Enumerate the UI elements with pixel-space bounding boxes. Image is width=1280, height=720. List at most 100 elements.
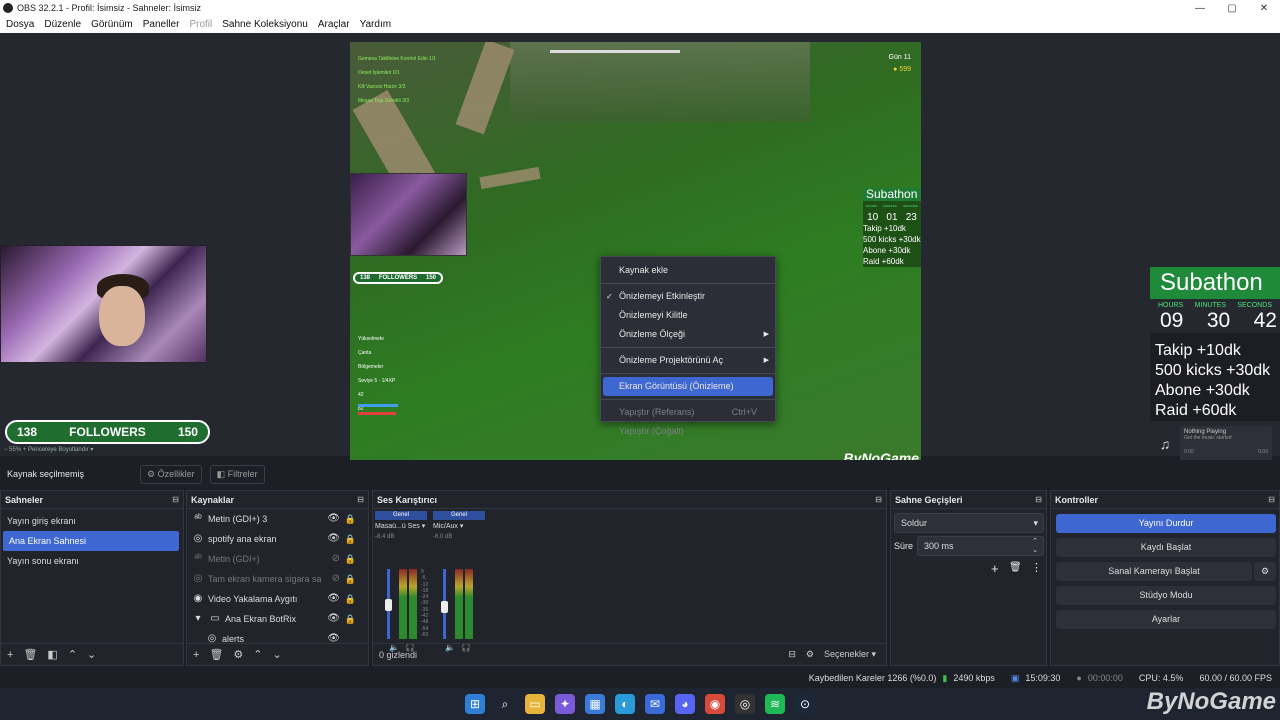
dock-icon[interactable]: ⊟: [357, 491, 364, 509]
menu-paste-duplicate[interactable]: Yapıştır (Çoğalt): [601, 422, 775, 441]
lock-icon[interactable]: 🔒: [345, 589, 356, 609]
move-up-icon[interactable]: ⌃: [253, 648, 262, 661]
eye-hidden-icon[interactable]: ⊘: [332, 549, 340, 569]
dock-icon[interactable]: ⊟: [875, 491, 882, 509]
trash-icon[interactable]: 🗑: [209, 648, 223, 661]
properties-button[interactable]: ⚙ Özellikler: [140, 464, 202, 484]
stop-streaming-button[interactable]: Yayını Durdur: [1056, 514, 1276, 533]
eye-icon[interactable]: 👁: [327, 529, 340, 549]
obs-icon[interactable]: ◎: [735, 694, 755, 714]
hidden-count: 0 gizlendi: [379, 649, 418, 660]
menu-enable-preview[interactable]: ✓ Önizlemeyi Etkinleştir: [601, 287, 775, 306]
subathon-title: Subathon: [1150, 267, 1280, 299]
lock-icon[interactable]: 🔒: [345, 549, 356, 569]
menu-help[interactable]: Yardım: [360, 19, 392, 30]
move-down-icon[interactable]: ⌄: [273, 648, 282, 661]
layout-icon[interactable]: ⊟: [788, 649, 796, 660]
eye-icon[interactable]: 👁: [327, 609, 340, 629]
menu-lock-preview[interactable]: Önizlemeyi Kilitle: [601, 306, 775, 325]
eye-icon[interactable]: 👁: [327, 509, 340, 529]
search-icon[interactable]: ⌕: [495, 694, 515, 714]
source-item[interactable]: ᵃᵇ Metin (GDI+) ⊘ 🔒: [187, 549, 368, 569]
filters-button[interactable]: ◧ Filtreler: [209, 464, 265, 484]
menu-open-projector[interactable]: Önizleme Projektörünü Aç ▶: [601, 351, 775, 370]
windows-start-icon[interactable]: ⊞: [465, 694, 485, 714]
source-item[interactable]: ◎ Tam ekran kamera sigara sa ⊘ 🔒: [187, 569, 368, 589]
lock-icon[interactable]: 🔒: [345, 609, 356, 629]
audio-mixer-panel: Ses Karıştırıcı ⊟ Genel Masaü...ü Ses ▾ -…: [372, 490, 887, 666]
dock-icon[interactable]: ⊟: [1268, 491, 1275, 509]
gear-icon[interactable]: ⚙: [806, 649, 814, 660]
gear-icon[interactable]: ⚙: [233, 648, 243, 661]
menu-view[interactable]: Görünüm: [91, 19, 133, 30]
lock-icon[interactable]: 🔒: [345, 509, 356, 529]
volume-meter: [409, 569, 417, 639]
steam-icon[interactable]: ⊙: [795, 694, 815, 714]
eye-icon[interactable]: 👁: [327, 589, 340, 609]
dock-icon[interactable]: ⊟: [172, 491, 179, 509]
trash-icon[interactable]: 🗑: [1009, 562, 1022, 573]
maximize-icon[interactable]: ▢: [1216, 0, 1248, 16]
stream-time: 15:09:30: [1025, 673, 1061, 683]
scene-item[interactable]: Yayın giriş ekranı: [1, 511, 183, 531]
fader-knob[interactable]: [385, 599, 392, 611]
menu-add-source[interactable]: Kaynak ekle: [601, 261, 775, 280]
start-recording-button[interactable]: Kaydı Başlat: [1056, 538, 1276, 557]
settings-button[interactable]: Ayarlar: [1056, 610, 1276, 629]
mixer-options-button[interactable]: Seçenekler ▾: [824, 649, 876, 660]
day-counter: Gün 11 ● 599: [889, 52, 911, 76]
duration-field[interactable]: 300 ms ⌃ ⌄: [917, 536, 1044, 556]
trash-icon[interactable]: 🗑: [23, 648, 37, 661]
bynogame-logo: ByNoGame: [1146, 688, 1276, 715]
discord-icon[interactable]: ◕: [675, 694, 695, 714]
filter-icon[interactable]: ◧: [47, 648, 57, 661]
store-icon[interactable]: ▦: [585, 694, 605, 714]
menu-file[interactable]: Dosya: [6, 19, 34, 30]
fps: 60.00 / 60.00 FPS: [1199, 673, 1272, 683]
followers-bar: 138 FOLLOWERS 150: [5, 420, 210, 444]
edge-icon[interactable]: ◐: [615, 694, 635, 714]
move-up-icon[interactable]: ⌃: [68, 648, 77, 661]
source-item[interactable]: ◎ spotify ana ekran 👁 🔒: [187, 529, 368, 549]
menu-paste-reference[interactable]: Yapıştır (Referans) Ctrl+V: [601, 403, 775, 422]
transition-select[interactable]: Soldur ▾: [894, 513, 1044, 533]
file-explorer-icon[interactable]: ▭: [525, 694, 545, 714]
fader-knob[interactable]: [441, 601, 448, 613]
gold-counter: ● 599: [893, 66, 911, 73]
scene-item-active[interactable]: Ana Ekran Sahnesi: [3, 531, 179, 551]
source-item[interactable]: ◉ Video Yakalama Aygıtı 👁 🔒: [187, 589, 368, 609]
spotify-icon[interactable]: ≋: [765, 694, 785, 714]
menu-profile[interactable]: Profil: [189, 19, 212, 30]
scene-item[interactable]: Yayın sonu ekranı: [1, 551, 183, 571]
source-group[interactable]: ▾ ▭ Ana Ekran BotRix 👁 🔒: [187, 609, 368, 629]
add-icon[interactable]: +: [7, 649, 13, 661]
minimize-icon[interactable]: —: [1184, 0, 1216, 16]
dock-icon[interactable]: ⊟: [1035, 491, 1042, 509]
dropped-frames: Kaybedilen Kareler 1266 (%0.0): [808, 673, 937, 683]
menu-edit[interactable]: Düzenle: [44, 19, 81, 30]
start-virtual-camera-button[interactable]: Sanal Kamerayı Başlat: [1056, 562, 1252, 581]
menu-docks[interactable]: Paneller: [143, 19, 180, 30]
add-icon[interactable]: +: [991, 561, 999, 576]
lock-icon[interactable]: 🔒: [345, 529, 356, 549]
menu-screenshot[interactable]: Ekran Görüntüsü (Önizleme): [603, 377, 773, 396]
menu-preview-scale[interactable]: Önizleme Ölçeği ▶: [601, 325, 775, 344]
source-item[interactable]: ᵃᵇ Metin (GDI+) 3 👁 🔒: [187, 509, 368, 529]
submenu-arrow-icon: ▶: [763, 357, 769, 364]
eye-hidden-icon[interactable]: ⊘: [332, 569, 340, 589]
close-icon[interactable]: ✕: [1248, 0, 1280, 16]
chrome-icon[interactable]: ◉: [705, 694, 725, 714]
copilot-icon[interactable]: ✦: [555, 694, 575, 714]
more-options-icon[interactable]: ⋮: [1031, 561, 1042, 574]
add-icon[interactable]: +: [193, 649, 199, 661]
move-down-icon[interactable]: ⌄: [87, 648, 96, 661]
studio-mode-button[interactable]: Stüdyo Modu: [1056, 586, 1276, 605]
stepper-icon[interactable]: ⌃ ⌄: [1032, 537, 1038, 555]
mail-icon[interactable]: ✉: [645, 694, 665, 714]
lock-icon[interactable]: 🔒: [345, 569, 356, 589]
menu-scene-collection[interactable]: Sahne Koleksiyonu: [222, 19, 308, 30]
menu-tools[interactable]: Araçlar: [318, 19, 350, 30]
zoom-control[interactable]: − 55% + Pencereye Boyutlandır ▾: [4, 446, 93, 453]
chevron-down-icon[interactable]: ▾: [191, 609, 205, 629]
gear-icon[interactable]: ⚙: [1254, 562, 1276, 581]
